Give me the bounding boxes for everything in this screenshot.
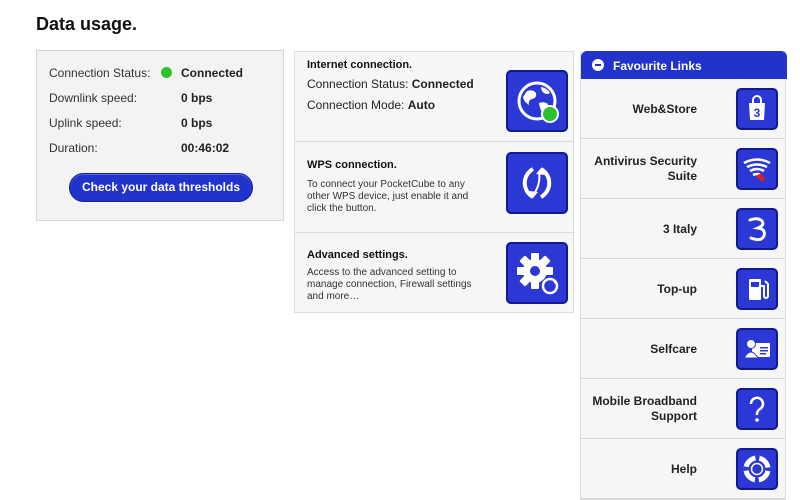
favourite-link-label: Web&Store: [632, 101, 697, 116]
wps-connection-section: WPS connection. To connect your PocketCu…: [295, 141, 573, 231]
check-data-thresholds-button[interactable]: Check your data thresholds: [69, 173, 253, 202]
favourite-links-title: Favourite Links: [613, 59, 702, 73]
favourite-link-label: Selfcare: [650, 341, 697, 356]
internet-mode-line: Connection Mode: Auto: [307, 98, 435, 112]
collapse-icon[interactable]: [592, 59, 604, 71]
connection-status-value: Connected: [181, 66, 244, 80]
internet-status-line: Connection Status: Connected: [307, 77, 474, 91]
globe-icon: [517, 81, 559, 123]
connection-panel: Internet connection. Connection Status: …: [294, 51, 574, 313]
uplink-value: 0 bps: [181, 116, 213, 130]
antivirus-icon: [736, 148, 778, 190]
downlink-label: Downlink speed:: [49, 91, 138, 105]
internet-status-label: Connection Status:: [307, 77, 412, 91]
favourite-link-label: Top-up: [657, 281, 697, 296]
favourite-links-panel: Favourite Links Web&Store 3 Antivirus Se…: [580, 51, 787, 500]
internet-status-value: Connected: [411, 77, 474, 91]
favourite-link-web-store[interactable]: Web&Store 3: [581, 79, 785, 139]
favourite-link-selfcare[interactable]: Selfcare: [581, 319, 785, 379]
internet-connection-title: Internet connection.: [307, 59, 413, 71]
wps-connect-button[interactable]: [506, 152, 568, 214]
favourite-link-label: 3 Italy: [662, 221, 697, 236]
favourite-link-label: Help: [670, 461, 697, 476]
favourite-link-antivirus[interactable]: Antivirus Security Suite: [581, 139, 785, 199]
favourite-links-header: Favourite Links: [581, 51, 787, 79]
internet-mode-label: Connection Mode:: [307, 98, 408, 112]
wps-connection-description: To connect your PocketCube to any other …: [307, 179, 469, 214]
internet-connection-button[interactable]: [506, 70, 568, 132]
connection-status-card: Connection Status: Connected Downlink sp…: [36, 50, 284, 221]
advanced-settings-title: Advanced settings.: [307, 249, 408, 261]
help-question-icon: [736, 388, 778, 430]
connected-indicator-icon: [161, 67, 172, 78]
favourite-link-3-italy[interactable]: 3 Italy: [581, 199, 785, 259]
advanced-settings-section: Advanced settings. Access to the advance…: [295, 232, 573, 314]
downlink-value: 0 bps: [181, 91, 213, 105]
top-up-icon: [736, 268, 778, 310]
selfcare-icon: [736, 328, 778, 370]
uplink-label: Uplink speed:: [49, 116, 122, 130]
duration-value: 00:46:02: [181, 141, 230, 155]
connection-status-label: Connection Status:: [49, 66, 151, 80]
favourite-link-label: Antivirus Security Suite: [594, 154, 697, 183]
three-logo-icon: [736, 208, 778, 250]
favourite-link-label: Mobile Broadband Support: [592, 394, 697, 423]
advanced-settings-description: Access to the advanced setting to manage…: [307, 267, 472, 302]
internet-connection-section: Internet connection. Connection Status: …: [295, 52, 573, 140]
svg-text:3: 3: [754, 106, 761, 120]
internet-mode-value: Auto: [407, 98, 436, 112]
store-icon: 3: [736, 88, 778, 130]
favourite-link-top-up[interactable]: Top-up: [581, 259, 785, 319]
lifebuoy-icon: [736, 448, 778, 490]
advanced-settings-button[interactable]: [506, 242, 568, 304]
favourite-link-help[interactable]: Help: [581, 439, 785, 499]
duration-label: Duration:: [49, 141, 98, 155]
wps-connection-title: WPS connection.: [307, 159, 397, 171]
favourite-link-broadband-support[interactable]: Mobile Broadband Support: [581, 379, 785, 439]
gear-icon: [517, 253, 559, 295]
page-title: Data usage.: [36, 14, 138, 34]
wps-icon: [522, 167, 552, 199]
